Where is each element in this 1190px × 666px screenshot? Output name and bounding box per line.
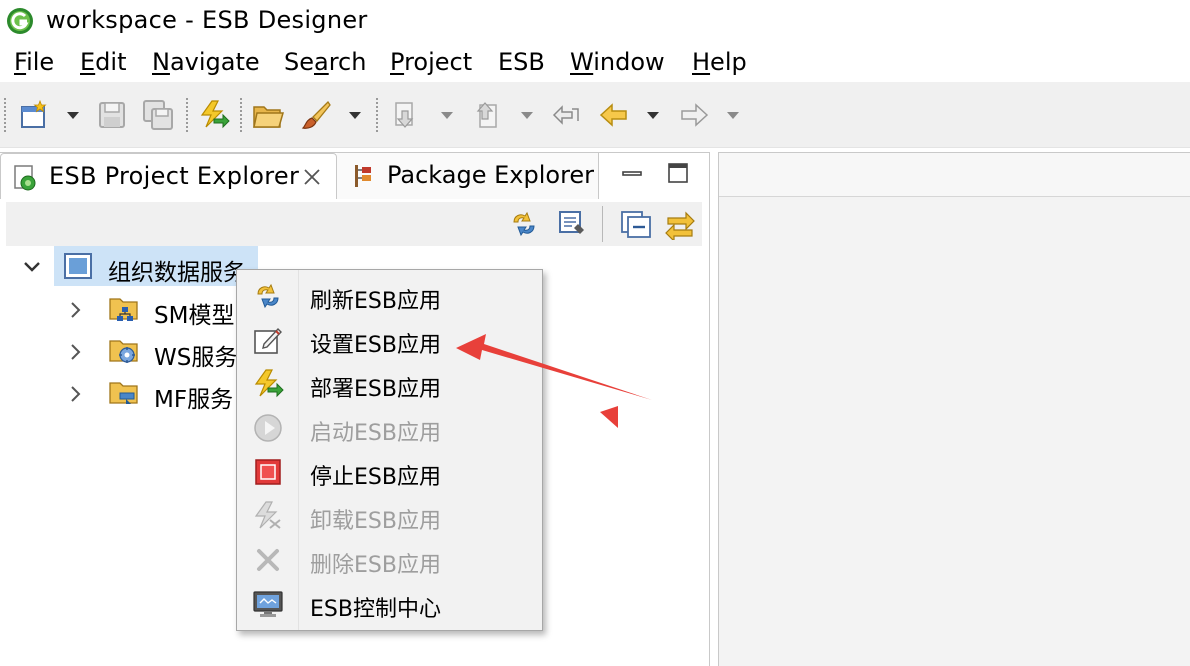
main-toolbar (0, 82, 1190, 148)
close-tab-icon[interactable] (301, 166, 323, 188)
save-icon[interactable] (96, 99, 128, 131)
menu-project[interactable]: Project (390, 48, 472, 76)
new-file-icon[interactable] (18, 99, 50, 131)
deploy-toolbar-icon[interactable] (198, 99, 230, 131)
model-folder-icon (108, 293, 140, 325)
tree-node-root[interactable]: 组织数据服务 (0, 246, 260, 286)
next-annotation-icon[interactable] (390, 99, 422, 131)
menu-item-configure-esb-app[interactable]: 设置ESB应用 (237, 318, 542, 362)
menu-item-label: 停止ESB应用 (310, 465, 441, 490)
filter-view-icon[interactable] (556, 208, 588, 240)
menu-window[interactable]: Window (570, 48, 665, 76)
chevron-right-icon[interactable] (66, 300, 86, 320)
dropdown-arrow-icon[interactable] (520, 110, 534, 120)
menu-navigate[interactable]: Navigate (152, 48, 260, 76)
package-icon (353, 163, 375, 189)
mf-service-folder-icon (108, 377, 140, 409)
stop-icon (252, 456, 284, 488)
tree-node-mf[interactable]: MF服务 (0, 374, 240, 414)
esb-project-icon (11, 164, 39, 192)
play-icon (252, 412, 284, 444)
menu-item-stop-esb-app[interactable]: 停止ESB应用 (237, 450, 542, 494)
menu-help[interactable]: Help (692, 48, 747, 76)
back-icon[interactable] (598, 99, 630, 131)
menu-item-label: 卸载ESB应用 (310, 509, 441, 534)
menu-item-deploy-esb-app[interactable]: 部署ESB应用 (237, 362, 542, 406)
view-toolbar (6, 202, 702, 246)
toolbar-separator (186, 98, 188, 132)
menu-search[interactable]: Search (284, 48, 366, 76)
toolbar-separator (4, 98, 6, 132)
menu-bar: File Edit Navigate Search Project ESB Wi… (0, 42, 1190, 82)
editor-area (718, 152, 1190, 666)
dropdown-arrow-icon[interactable] (726, 110, 740, 120)
window-title: workspace - ESB Designer (46, 6, 368, 34)
dropdown-arrow-icon[interactable] (66, 110, 80, 120)
delete-icon (252, 544, 284, 576)
toolbar-separator (602, 206, 603, 242)
tree-node-ws[interactable]: WS服务 (0, 332, 240, 372)
tab-package-explorer[interactable]: Package Explorer (337, 153, 599, 199)
chevron-right-icon[interactable] (66, 384, 86, 404)
menu-item-label: 删除ESB应用 (310, 553, 441, 578)
monitor-icon (252, 588, 284, 620)
menu-item-label: 启动ESB应用 (310, 421, 441, 446)
context-menu: 刷新ESB应用 设置ESB应用 部署ESB应用 启动ESB应用 停止ESB应用 … (236, 269, 543, 631)
menu-edit[interactable]: Edit (80, 48, 126, 76)
menu-file[interactable]: File (14, 48, 54, 76)
dropdown-arrow-icon[interactable] (646, 110, 660, 120)
menu-esb[interactable]: ESB (498, 48, 545, 76)
tree-node-label: SM模型 (154, 303, 235, 329)
minimize-view-icon[interactable] (620, 161, 644, 185)
esb-application-icon (62, 250, 94, 282)
settings-edit-icon (252, 324, 284, 356)
forward-icon[interactable] (678, 99, 710, 131)
toolbar-separator (376, 98, 378, 132)
toolbar-separator (240, 98, 242, 132)
brush-icon[interactable] (300, 99, 332, 131)
dropdown-arrow-icon[interactable] (348, 110, 362, 120)
open-folder-icon[interactable] (252, 99, 284, 131)
tab-esb-project-explorer[interactable]: ESB Project Explorer (0, 153, 337, 199)
undeploy-icon (252, 500, 284, 532)
tab-label: ESB Project Explorer (49, 162, 300, 190)
chevron-right-icon[interactable] (66, 342, 86, 362)
menu-item-label: ESB控制中心 (310, 597, 441, 622)
save-all-icon[interactable] (142, 99, 174, 131)
tree-node-sm[interactable]: SM模型 (0, 290, 240, 330)
menu-item-refresh-esb-app[interactable]: 刷新ESB应用 (237, 274, 542, 318)
chevron-down-icon[interactable] (22, 257, 42, 277)
editor-area-header (719, 153, 1190, 197)
menu-item-start-esb-app[interactable]: 启动ESB应用 (237, 406, 542, 450)
tree-node-label: WS服务 (154, 345, 238, 371)
menu-item-delete-esb-app[interactable]: 删除ESB应用 (237, 538, 542, 582)
tree-node-label: MF服务 (154, 387, 234, 413)
collapse-all-icon[interactable] (620, 208, 652, 240)
dropdown-arrow-icon[interactable] (440, 110, 454, 120)
menu-item-label: 刷新ESB应用 (310, 289, 441, 314)
title-bar: workspace - ESB Designer (0, 0, 1190, 42)
tree-node-label: 组织数据服务 (108, 260, 246, 286)
refresh-view-icon[interactable] (508, 208, 540, 240)
deploy-icon (252, 368, 284, 400)
menu-item-undeploy-esb-app[interactable]: 卸载ESB应用 (237, 494, 542, 538)
refresh-icon (252, 280, 284, 312)
previous-annotation-icon[interactable] (470, 99, 502, 131)
link-with-editor-icon[interactable] (664, 208, 696, 240)
menu-item-label: 部署ESB应用 (310, 377, 441, 402)
maximize-view-icon[interactable] (666, 161, 690, 185)
web-service-folder-icon (108, 335, 140, 367)
app-logo-icon (6, 7, 34, 35)
menu-item-label: 设置ESB应用 (310, 333, 441, 358)
menu-item-esb-control-center[interactable]: ESB控制中心 (237, 582, 542, 626)
tab-label: Package Explorer (387, 161, 595, 189)
last-edit-icon[interactable] (550, 99, 582, 131)
